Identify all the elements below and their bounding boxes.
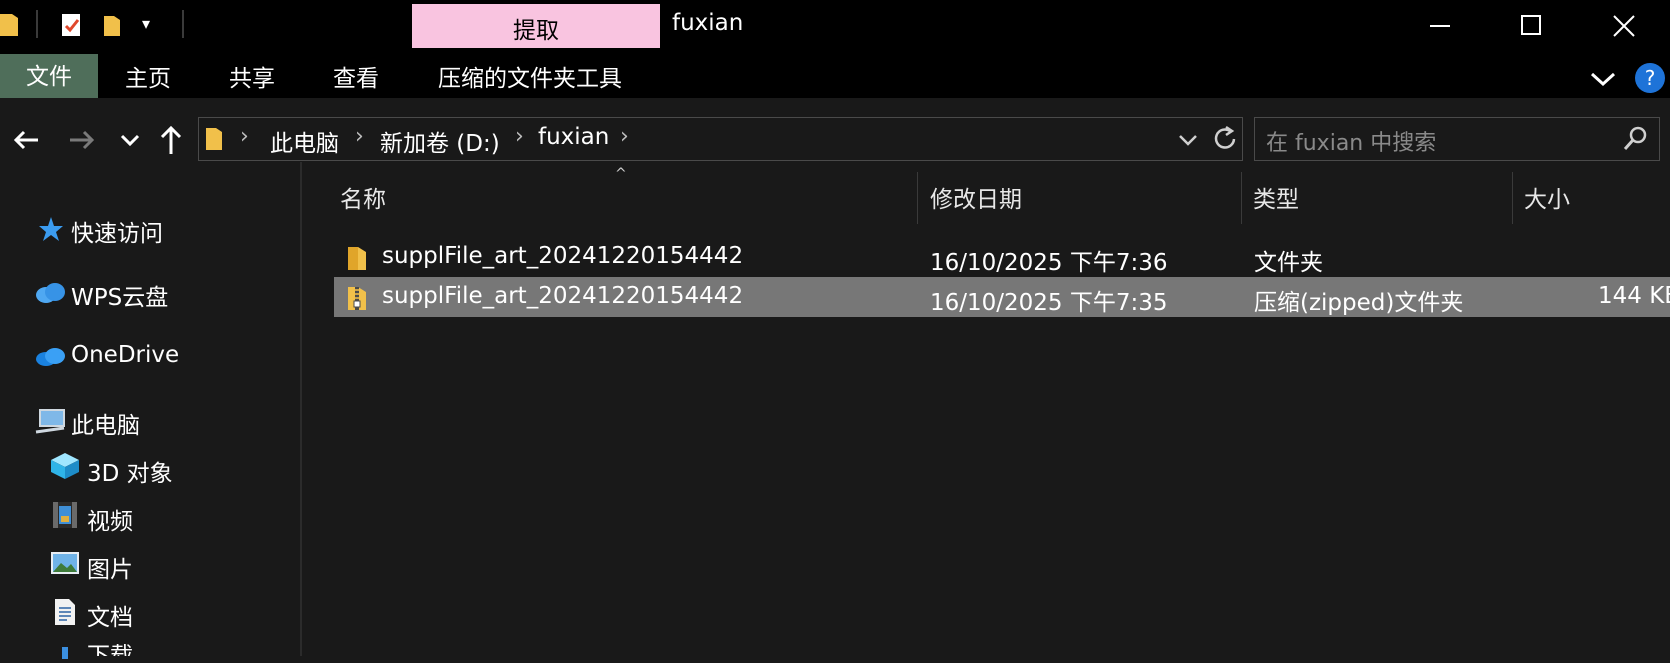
computer-icon	[34, 408, 66, 434]
new-folder-icon[interactable]	[102, 12, 124, 38]
search-placeholder: 在 fuxian 中搜索	[1266, 131, 1437, 156]
file-type: 文件夹	[1254, 250, 1323, 276]
nav-item-3d-objects[interactable]: 3D 对象	[87, 454, 173, 488]
column-header-size[interactable]: 大小	[1524, 180, 1570, 214]
zip-folder-icon	[346, 283, 370, 311]
column-header-type[interactable]: 类型	[1253, 180, 1299, 214]
recent-locations-icon[interactable]	[118, 126, 142, 154]
up-arrow-icon[interactable]	[156, 122, 186, 156]
nav-item-downloads[interactable]: 下载	[87, 644, 133, 656]
file-date: 16/10/2025 下午7:36	[930, 250, 1168, 276]
breadcrumb-chevron-icon[interactable]: ›	[620, 124, 629, 149]
file-name: supplFile_art_20241220154442	[382, 243, 744, 269]
qat-separator	[36, 10, 38, 38]
column-divider[interactable]	[917, 172, 918, 224]
tab-extract[interactable]: 提取	[412, 4, 660, 54]
qat-separator	[182, 10, 184, 38]
video-icon	[53, 502, 77, 528]
nav-item-videos[interactable]: 视频	[87, 502, 133, 536]
nav-item-pictures[interactable]: 图片	[87, 550, 133, 584]
title-bar: ▾ 提取 fuxian	[0, 0, 1670, 54]
nav-item-onedrive[interactable]: OneDrive	[71, 342, 179, 368]
onedrive-icon	[34, 344, 66, 368]
nav-item-this-pc[interactable]: 此电脑	[71, 406, 140, 440]
folder-icon	[346, 243, 370, 271]
tab-compressed-folder-tools[interactable]: 压缩的文件夹工具	[438, 54, 622, 100]
sort-ascending-icon: ^	[615, 166, 627, 182]
address-dropdown-icon[interactable]	[1176, 126, 1200, 154]
folder-app-icon	[0, 12, 18, 36]
file-date: 16/10/2025 下午7:35	[930, 290, 1168, 316]
forward-arrow-icon[interactable]	[66, 124, 98, 156]
nav-item-quick-access[interactable]: 快速访问	[71, 214, 163, 248]
breadcrumb-fuxian[interactable]: fuxian	[538, 124, 609, 150]
file-type: 压缩(zipped)文件夹	[1254, 290, 1464, 316]
tab-file[interactable]: 文件	[0, 54, 98, 100]
refresh-icon[interactable]	[1210, 124, 1240, 154]
tab-view[interactable]: 查看	[333, 54, 379, 100]
search-icon[interactable]	[1620, 124, 1650, 154]
column-header-name[interactable]: 名称	[340, 180, 386, 214]
file-size: 144 KB	[1598, 283, 1670, 309]
table-row[interactable]: supplFile_art_20241220154442 16/10/2025 …	[334, 237, 1670, 277]
customize-qat-icon[interactable]: ▾	[142, 14, 150, 33]
column-header-date[interactable]: 修改日期	[930, 180, 1022, 214]
minimize-button[interactable]	[1412, 4, 1468, 46]
breadcrumb-drive-d[interactable]: 新加卷 (D:)	[380, 124, 500, 158]
tab-share[interactable]: 共享	[229, 54, 275, 100]
help-icon[interactable]: ?	[1634, 62, 1666, 94]
star-icon	[38, 216, 64, 242]
picture-icon	[51, 552, 79, 574]
back-arrow-icon[interactable]	[10, 124, 42, 156]
svg-text:?: ?	[1645, 66, 1656, 90]
column-divider[interactable]	[1512, 172, 1513, 224]
breadcrumb-chevron-icon[interactable]: ›	[240, 124, 249, 149]
cloud-icon	[34, 280, 66, 304]
close-button[interactable]	[1596, 4, 1652, 46]
expand-ribbon-icon[interactable]	[1588, 64, 1618, 94]
maximize-button[interactable]	[1504, 4, 1560, 46]
table-row[interactable]: supplFile_art_20241220154442 16/10/2025 …	[334, 277, 1670, 317]
properties-icon[interactable]	[60, 12, 84, 38]
cube-3d-icon	[50, 452, 80, 480]
breadcrumb-chevron-icon[interactable]: ›	[515, 124, 524, 149]
download-icon	[56, 644, 74, 659]
window-title: fuxian	[672, 10, 744, 36]
nav-item-wps-cloud[interactable]: WPS云盘	[71, 278, 168, 312]
breadcrumb-this-pc[interactable]: 此电脑	[270, 124, 339, 158]
file-name: supplFile_art_20241220154442	[382, 283, 744, 309]
folder-icon	[204, 124, 226, 152]
tab-home[interactable]: 主页	[125, 54, 171, 100]
breadcrumb-chevron-icon[interactable]: ›	[355, 124, 364, 149]
nav-item-documents[interactable]: 文档	[87, 598, 133, 632]
document-icon	[54, 598, 76, 626]
column-divider[interactable]	[1241, 172, 1242, 224]
